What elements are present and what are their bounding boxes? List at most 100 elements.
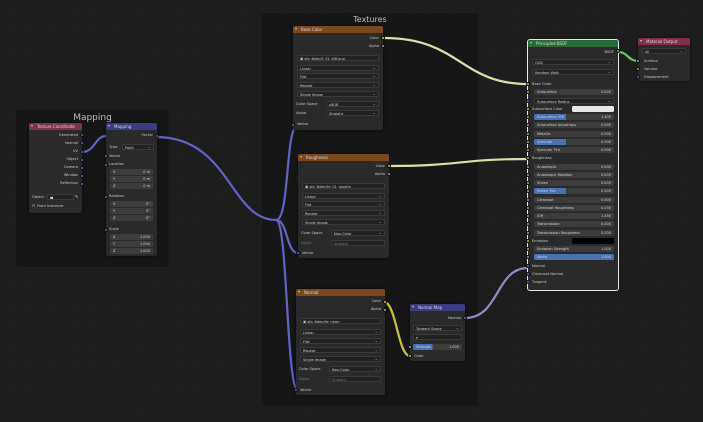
roughness-image-field[interactable]: ▣ sfp_6dmc9e_01_roughn: [302, 183, 385, 189]
bsdf-clearcoat-field[interactable]: Clearcoat 0.000: [534, 196, 614, 203]
location-x-field[interactable]: X 0 m: [110, 169, 153, 175]
rotation-y-field[interactable]: Y 0°: [110, 208, 153, 214]
normal-map-out-socket[interactable]: [463, 316, 467, 320]
bsdf-specular-socket[interactable]: [526, 139, 530, 144]
bsdf-subsurface-method-dropdown[interactable]: Random Walk: [532, 69, 614, 75]
bsdf-emission-swatch[interactable]: [572, 237, 614, 244]
bsdf-sheen-tint-field[interactable]: Sheen Tint 0.500: [534, 188, 614, 195]
eyedropper-icon[interactable]: ✎: [75, 194, 78, 199]
bsdf-transmission-roughness-socket[interactable]: [526, 230, 530, 235]
bsdf-clearcoat-socket[interactable]: [526, 197, 530, 202]
base-color-projection[interactable]: Flat: [297, 73, 379, 79]
socket-normal[interactable]: [80, 141, 84, 145]
scale-z-field[interactable]: Z 1.000: [110, 248, 153, 254]
bsdf-metallic-field[interactable]: Metallic 0.000: [534, 130, 614, 137]
rotation-x-field[interactable]: X 0°: [110, 201, 153, 207]
roughness-interpolation[interactable]: Linear: [302, 193, 385, 199]
bsdf-anisotropic-field[interactable]: Anisotropic 0.000: [534, 163, 614, 170]
roughness-source[interactable]: Single Image: [302, 219, 385, 225]
base-color-alpha-dropdown[interactable]: Straight: [326, 110, 379, 116]
bsdf-subsurface-radius-socket[interactable]: [526, 98, 530, 103]
roughness-vector-socket[interactable]: [296, 251, 300, 255]
mapping-rotation-socket[interactable]: [104, 195, 108, 199]
mapping-node[interactable]: Mapping Vector Type: Point Vector Locati…: [106, 123, 157, 256]
mapping-type-dropdown[interactable]: Point: [122, 144, 154, 150]
bsdf-base-color-socket[interactable]: [526, 82, 530, 86]
normal-vector-socket[interactable]: [294, 388, 298, 392]
normal-map-space-dropdown[interactable]: Tangent Space: [413, 325, 462, 331]
bsdf-sheen-socket[interactable]: [526, 181, 530, 185]
bsdf-subsurface-color-swatch[interactable]: [572, 105, 614, 112]
from-instancer-checkbox[interactable]: From Instancer: [32, 203, 64, 209]
socket-camera[interactable]: [80, 166, 84, 170]
bsdf-ior-field[interactable]: IOR 1.450: [534, 213, 614, 219]
bsdf-specular-tint-field[interactable]: Specular Tint 0.000: [534, 147, 614, 153]
bsdf-clearcoat-normal-socket[interactable]: [526, 271, 530, 276]
output-displacement-socket[interactable]: [636, 75, 640, 79]
roughness-extension[interactable]: Repeat: [302, 210, 385, 216]
base-color-colorspace-dropdown[interactable]: sRGB: [326, 101, 379, 107]
normal-alpha-dropdown[interactable]: Straight: [329, 376, 381, 382]
mapping-in-vector-socket[interactable]: [104, 154, 108, 158]
bsdf-subsurface-color-socket[interactable]: [526, 106, 530, 111]
normal-projection[interactable]: Flat: [300, 338, 381, 344]
bsdf-specular-field[interactable]: Specular 0.500: [534, 138, 614, 145]
bsdf-emission-socket[interactable]: [526, 238, 530, 243]
rotation-z-field[interactable]: Z 0°: [110, 215, 153, 221]
normal-color-socket[interactable]: [383, 300, 387, 304]
normal-extension[interactable]: Repeat: [300, 347, 381, 353]
bsdf-distribution-dropdown[interactable]: GGX: [532, 59, 614, 65]
base-color-extension[interactable]: Repeat: [297, 82, 379, 88]
bsdf-clearcoat-roughness-socket[interactable]: [526, 205, 530, 210]
normal-source[interactable]: Single Image: [300, 356, 381, 362]
roughness-texture-node[interactable]: Roughness Color Alpha ▣ sfp_6dmc9e_01_ro…: [298, 154, 389, 258]
normal-alpha-socket[interactable]: [383, 308, 387, 312]
bsdf-sheen-field[interactable]: Sheen 0.000: [534, 180, 614, 186]
bsdf-transmission-field[interactable]: Transmission 0.000: [534, 221, 614, 228]
location-z-field[interactable]: Z 0 m: [110, 183, 153, 189]
normal-image-field[interactable]: ▣ sfp_6dmc9e_norm: [300, 318, 381, 324]
roughness-projection[interactable]: Flat: [302, 201, 385, 207]
base-color-image-field[interactable]: ▣ sfp_6dmc9_01_diff.png: [297, 55, 379, 61]
bsdf-subsurface-ior-field[interactable]: Subsurface IOR 1.400: [534, 114, 614, 120]
mapping-location-socket[interactable]: [104, 163, 108, 167]
bsdf-normal-socket[interactable]: [526, 263, 530, 268]
socket-window[interactable]: [80, 174, 84, 178]
texture-coordinate-node[interactable]: Texture Coordinate Generated Normal UV O…: [29, 123, 82, 213]
bsdf-tangent-socket[interactable]: [526, 280, 530, 284]
normal-map-node[interactable]: Normal Map Normal Tangent Space ▾ Streng…: [410, 304, 465, 361]
node-editor-canvas[interactable]: Mapping Textures Texture Coordinate Gene…: [0, 0, 703, 422]
mapping-out-vector-socket[interactable]: [155, 134, 159, 138]
normal-texture-node[interactable]: Normal Color Alpha ▣ sfp_6dmc9e_norm Lin…: [296, 289, 385, 395]
normal-interpolation[interactable]: Linear: [300, 329, 381, 335]
material-output-node[interactable]: Material Output All Surface Volume Displ…: [638, 38, 690, 81]
base-color-color-socket[interactable]: [381, 36, 385, 40]
bsdf-subsurface-ior-socket[interactable]: [526, 115, 530, 119]
principled-bsdf-node[interactable]: Principled BSDF BSDF GGX Random Walk Bas…: [527, 39, 619, 291]
checkbox-icon[interactable]: [32, 204, 35, 207]
socket-uv[interactable]: [80, 150, 84, 154]
base-color-texture-node[interactable]: Base Color Color Alpha ▣ sfp_6dmc9_01_di…: [293, 26, 383, 130]
bsdf-emission-strength-field[interactable]: Emission Strength 1.000: [534, 246, 614, 252]
bsdf-transmission-roughness-field[interactable]: Transmission Roughness 0.000: [534, 229, 614, 236]
bsdf-subsurface-radius-dropdown[interactable]: Subsurface Radius: [534, 97, 614, 104]
roughness-color-socket[interactable]: [387, 164, 391, 168]
normal-map-strength-field[interactable]: Strength 1.000: [413, 344, 462, 350]
roughness-alpha-dropdown[interactable]: Straight: [331, 240, 385, 246]
base-color-source[interactable]: Single Image: [297, 91, 379, 97]
bsdf-subsurface-field[interactable]: Subsurface 0.000: [534, 89, 614, 96]
bsdf-alpha-field[interactable]: Alpha 1.000: [534, 254, 614, 261]
output-surface-socket[interactable]: [636, 59, 640, 63]
bsdf-specular-tint-socket[interactable]: [526, 148, 530, 152]
bsdf-subsurface-anisotropy-field[interactable]: Subsurface Anisotropy 0.000: [534, 122, 614, 129]
base-color-alpha-socket[interactable]: [381, 44, 385, 48]
scale-x-field[interactable]: X 1.000: [110, 234, 153, 240]
bsdf-anisotropic-rotation-socket[interactable]: [526, 172, 530, 177]
bsdf-emission-strength-socket[interactable]: [526, 247, 530, 251]
bsdf-metallic-socket[interactable]: [526, 131, 530, 136]
scale-y-field[interactable]: Y 1.000: [110, 241, 153, 247]
normal-map-color-socket[interactable]: [408, 354, 412, 358]
normal-map-uv-field[interactable]: ▾: [413, 334, 462, 340]
normal-map-strength-socket[interactable]: [408, 345, 412, 349]
bsdf-ior-socket[interactable]: [526, 214, 530, 218]
